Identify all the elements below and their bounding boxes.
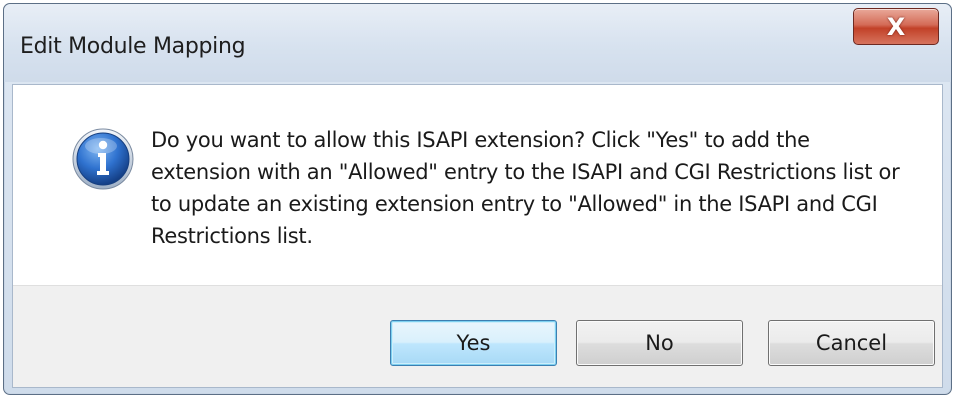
- title-bar[interactable]: Edit Module Mapping X: [4, 4, 951, 82]
- dialog-message: Do you want to allow this ISAPI extensio…: [151, 128, 900, 248]
- close-icon: X: [886, 12, 906, 41]
- dialog-client-area: Do you want to allow this ISAPI extensio…: [12, 84, 943, 388]
- button-bar: Yes No Cancel: [13, 285, 942, 387]
- message-area: Do you want to allow this ISAPI extensio…: [13, 85, 942, 285]
- yes-button[interactable]: Yes: [390, 320, 557, 366]
- information-icon: [72, 128, 134, 190]
- cancel-button[interactable]: Cancel: [768, 320, 935, 366]
- no-button[interactable]: No: [576, 320, 743, 366]
- dialog-window: Edit Module Mapping X Do you want to all…: [3, 3, 952, 395]
- close-button[interactable]: X: [853, 8, 939, 45]
- window-title: Edit Module Mapping: [20, 34, 246, 59]
